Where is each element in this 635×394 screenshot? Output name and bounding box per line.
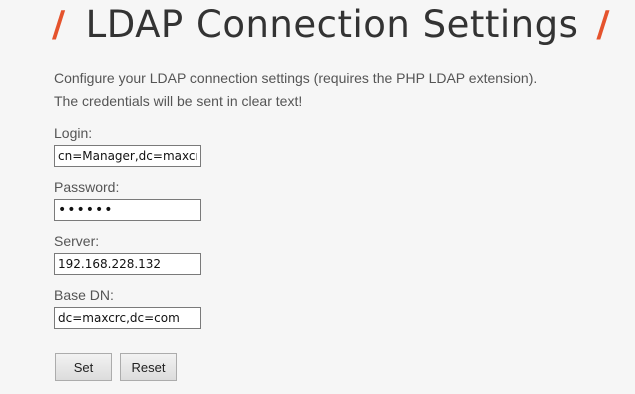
login-input[interactable] <box>54 145 201 167</box>
description-line-2: The credentials will be sent in clear te… <box>54 93 303 109</box>
base-dn-input[interactable] <box>54 307 201 329</box>
set-button[interactable]: Set <box>55 353 112 381</box>
login-label: Login: <box>54 125 93 141</box>
password-input[interactable] <box>54 199 201 221</box>
ldap-settings-form: Login: Password: Server: Base DN: <box>54 124 201 340</box>
title-slash-left: / <box>52 3 66 45</box>
page-title: / LDAP Connection Settings / <box>52 2 610 46</box>
server-label: Server: <box>54 233 100 249</box>
form-buttons: Set Reset <box>55 353 177 381</box>
login-field-group: Login: <box>54 124 201 167</box>
description: Configure your LDAP connection settings … <box>54 67 624 113</box>
page-title-text: LDAP Connection Settings <box>85 2 579 46</box>
password-field-group: Password: <box>54 178 201 221</box>
base-dn-field-group: Base DN: <box>54 286 201 329</box>
base-dn-label: Base DN: <box>54 287 114 303</box>
server-field-group: Server: <box>54 232 201 275</box>
reset-button[interactable]: Reset <box>120 353 177 381</box>
password-label: Password: <box>54 179 120 195</box>
description-line-1: Configure your LDAP connection settings … <box>54 70 538 86</box>
title-slash-right: / <box>596 3 611 45</box>
server-input[interactable] <box>54 253 201 275</box>
